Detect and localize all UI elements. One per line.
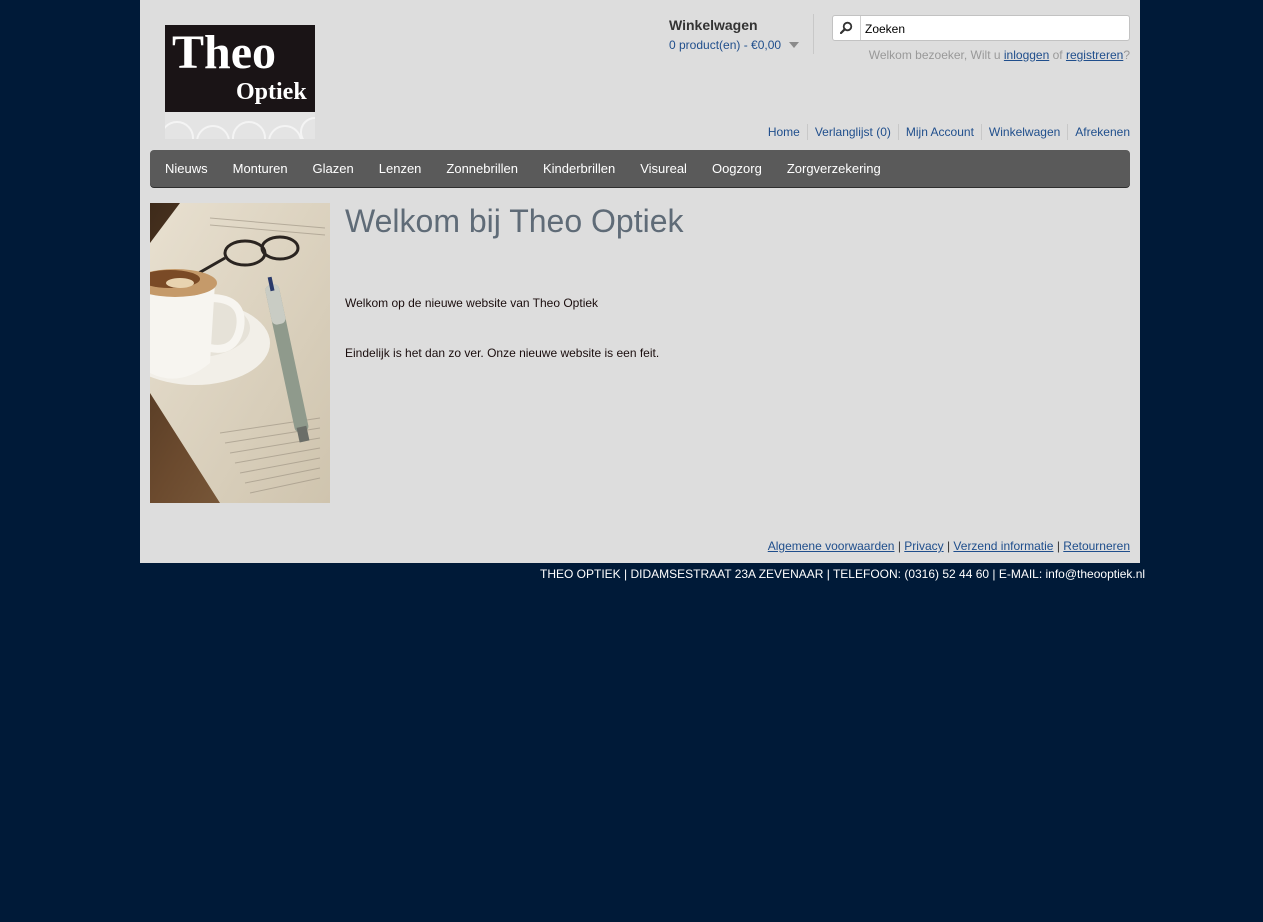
announcement-paragraph: Eindelijk is het dan zo ver. Onze nieuwe… — [345, 346, 660, 360]
top-links: Home Verlanglijst (0) Mijn Account Winke… — [761, 124, 1130, 140]
login-link[interactable]: inloggen — [1004, 48, 1049, 62]
menu-item-visureal[interactable]: Visureal — [628, 150, 700, 187]
welcome-message: Welkom bezoeker, Wilt u inloggen of regi… — [869, 48, 1130, 62]
toplink-account[interactable]: Mijn Account — [897, 124, 981, 140]
page-title: Welkom bij Theo Optiek — [345, 203, 684, 239]
page-container: Theo Optiek Winkelwagen 0 product(en) - … — [140, 0, 1140, 563]
menu-item-nieuws[interactable]: Nieuws — [150, 150, 220, 187]
welcome-prefix: Welkom bezoeker, Wilt u — [868, 48, 1004, 62]
side-photo-coffee-newspaper — [150, 203, 330, 503]
cart-summary[interactable]: 0 product(en) - €0,00 — [669, 38, 781, 52]
menu-item-oogzorg[interactable]: Oogzorg — [699, 150, 774, 187]
welcome-suffix: ? — [1123, 48, 1130, 62]
footer-links: Algemene voorwaarden | Privacy | Verzend… — [768, 539, 1130, 553]
menu-item-kinderbrillen[interactable]: Kinderbrillen — [530, 150, 627, 187]
menu-item-zonnebrillen[interactable]: Zonnebrillen — [434, 150, 531, 187]
menu-item-glazen[interactable]: Glazen — [300, 150, 366, 187]
footer-address: THEO OPTIEK | DIDAMSESTRAAT 23A ZEVENAAR… — [540, 567, 1146, 581]
menu-item-lenzen[interactable]: Lenzen — [366, 150, 434, 187]
footer-separator: | — [894, 539, 905, 553]
search-box — [832, 15, 1130, 41]
footer-link-returns[interactable]: Retourneren — [1063, 539, 1130, 553]
footer-separator: | — [1053, 539, 1064, 553]
search-input[interactable] — [863, 18, 1127, 39]
footer-separator: | — [943, 539, 954, 553]
search-button[interactable] — [833, 16, 861, 40]
logo-text-theo: Theo — [172, 26, 277, 79]
cart-widget[interactable]: Winkelwagen 0 product(en) - €0,00 — [659, 14, 814, 54]
logo-circles-pattern — [165, 117, 315, 139]
footer-link-shipping[interactable]: Verzend informatie — [953, 539, 1053, 553]
welcome-middle: of — [1049, 48, 1066, 62]
register-link[interactable]: registreren — [1066, 48, 1123, 62]
toplink-home[interactable]: Home — [761, 124, 807, 140]
menu-item-zorgverzekering[interactable]: Zorgverzekering — [774, 150, 893, 187]
cart-title: Winkelwagen — [669, 17, 758, 33]
search-icon — [840, 21, 853, 34]
footer-link-terms[interactable]: Algemene voorwaarden — [768, 539, 895, 553]
toplink-checkout[interactable]: Afrekenen — [1067, 124, 1130, 140]
menu-item-monturen[interactable]: Monturen — [220, 150, 300, 187]
toplink-cart[interactable]: Winkelwagen — [980, 124, 1067, 140]
toplink-wishlist[interactable]: Verlanglijst (0) — [806, 124, 898, 140]
main-menu: Nieuws Monturen Glazen Lenzen Zonnebrill… — [150, 150, 1130, 187]
intro-paragraph: Welkom op de nieuwe website van Theo Opt… — [345, 296, 599, 310]
logo-text-optiek: Optiek — [236, 79, 307, 105]
footer-link-privacy[interactable]: Privacy — [904, 539, 943, 553]
main-content: Welkom bij Theo Optiek Welkom op de nieu… — [345, 203, 1125, 360]
chevron-down-icon[interactable] — [789, 42, 799, 48]
logo[interactable]: Theo Optiek — [165, 25, 315, 139]
